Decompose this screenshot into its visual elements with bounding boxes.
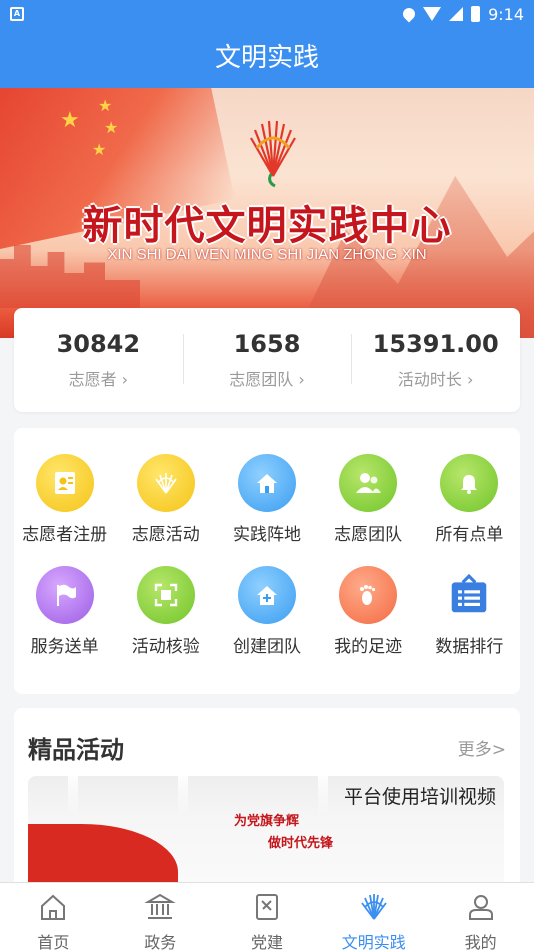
volunteer-activity-button[interactable]: 志愿活动 xyxy=(115,454,216,566)
fan-logo-icon xyxy=(361,894,387,920)
spotlight-decoration xyxy=(318,776,328,816)
nav-party[interactable]: 党建 xyxy=(214,883,321,950)
party-book-icon xyxy=(255,894,278,920)
section-title: 精品活动 xyxy=(28,736,124,764)
data-ranking-button[interactable]: 数据排行 xyxy=(419,566,520,678)
scan-icon xyxy=(136,566,195,624)
stat-value: 30842 xyxy=(56,330,141,358)
card-slogan: 做时代先锋 xyxy=(268,836,334,851)
signal-icon xyxy=(449,7,464,21)
stat-label: 志愿团队 › xyxy=(229,370,305,389)
star-icon: ★ xyxy=(98,96,113,115)
banner-pinyin: XIN SHI DAI WEN MING SHI JIAN ZHONG XIN xyxy=(107,246,427,263)
my-footprint-button[interactable]: 我的足迹 xyxy=(318,566,419,678)
wifi-icon xyxy=(423,7,442,21)
battery-icon xyxy=(471,6,481,22)
clock: 9:14 xyxy=(488,4,524,24)
function-label: 实践阵地 xyxy=(232,525,301,545)
party-emblem-decoration xyxy=(28,824,178,888)
banner[interactable]: ★ ★ ★ ★ 新时代文明实践中心 XIN SHI DAI WEN MING S… xyxy=(0,88,534,338)
nav-label: 政务 xyxy=(144,933,177,950)
service-delivery-button[interactable]: 服务送单 xyxy=(14,566,115,678)
function-label: 活动核验 xyxy=(131,637,200,657)
stat-label: 志愿者 › xyxy=(68,370,129,389)
nav-home[interactable]: 首页 xyxy=(0,883,107,950)
fan-logo-icon xyxy=(250,120,296,188)
id-card-icon xyxy=(35,454,94,512)
more-link[interactable]: 更多> xyxy=(458,735,506,760)
nav-government[interactable]: 政务 xyxy=(107,883,214,950)
list-icon xyxy=(440,566,498,624)
team-icon xyxy=(339,454,398,512)
stat-teams[interactable]: 1658 志愿团队 › xyxy=(182,330,352,390)
government-icon xyxy=(144,893,176,919)
location-icon xyxy=(400,5,418,23)
nav-label: 首页 xyxy=(37,933,70,950)
function-label: 志愿活动 xyxy=(131,525,200,545)
nav-label: 文明实践 xyxy=(341,933,406,950)
stat-value: 15391.00 xyxy=(372,330,499,358)
add-home-icon xyxy=(237,566,296,624)
function-label: 服务送单 xyxy=(30,637,99,657)
spotlight-decoration xyxy=(68,776,78,816)
function-label: 志愿团队 xyxy=(334,525,403,545)
card-slogan: 为党旗争辉 xyxy=(234,814,300,829)
stat-label: 活动时长 › xyxy=(397,370,474,389)
flag-icon xyxy=(35,566,94,624)
all-orders-button[interactable]: 所有点单 xyxy=(419,454,520,566)
function-label: 我的足迹 xyxy=(334,637,403,657)
bell-icon xyxy=(440,454,499,512)
nav-mine[interactable]: 我的 xyxy=(427,883,534,950)
footprint-icon xyxy=(339,566,398,624)
function-label: 创建团队 xyxy=(232,637,301,657)
fan-logo-icon xyxy=(136,454,195,512)
stat-hours[interactable]: 15391.00 活动时长 › xyxy=(351,330,520,390)
activity-verify-button[interactable]: 活动核验 xyxy=(115,566,216,678)
stat-value: 1658 xyxy=(233,330,301,358)
home-outline-icon xyxy=(41,894,66,920)
function-grid: 志愿者注册 志愿活动 实践阵地 志愿团队 所有点单 服务送单 活动核验 创建团队… xyxy=(14,428,520,694)
stat-volunteers[interactable]: 30842 志愿者 › xyxy=(14,330,183,390)
practice-base-button[interactable]: 实践阵地 xyxy=(216,454,317,566)
nav-label: 党建 xyxy=(250,933,283,950)
user-icon xyxy=(468,895,493,920)
card-title: 平台使用培训视频 xyxy=(343,786,496,808)
star-icon: ★ xyxy=(104,118,119,137)
nav-label: 我的 xyxy=(464,933,497,950)
create-team-button[interactable]: 创建团队 xyxy=(216,566,317,678)
home-icon xyxy=(237,454,296,512)
stats-card: 30842 志愿者 › 1658 志愿团队 › 15391.00 活动时长 › xyxy=(14,308,520,412)
function-label: 所有点单 xyxy=(435,525,504,545)
featured-video-card[interactable]: 为党旗争辉 做时代先锋 平台使用培训视频 xyxy=(28,776,504,888)
app-notification-icon: A xyxy=(10,7,24,21)
page-title: 文明实践 xyxy=(0,28,534,88)
function-label: 志愿者注册 xyxy=(22,525,108,545)
volunteer-team-button[interactable]: 志愿团队 xyxy=(318,454,419,566)
nav-civilization-practice[interactable]: 文明实践 xyxy=(320,883,427,950)
featured-section: 精品活动 更多> 为党旗争辉 做时代先锋 平台使用培训视频 xyxy=(14,708,520,888)
bottom-nav: 首页 政务 党建 文明实践 我的 xyxy=(0,882,534,950)
banner-title: 新时代文明实践中心 xyxy=(82,203,452,249)
status-bar: A 9:14 xyxy=(0,0,534,28)
spotlight-decoration xyxy=(178,776,188,816)
star-icon: ★ xyxy=(92,140,107,159)
function-label: 数据排行 xyxy=(435,637,504,657)
star-icon: ★ xyxy=(60,108,80,133)
volunteer-register-button[interactable]: 志愿者注册 xyxy=(14,454,115,566)
